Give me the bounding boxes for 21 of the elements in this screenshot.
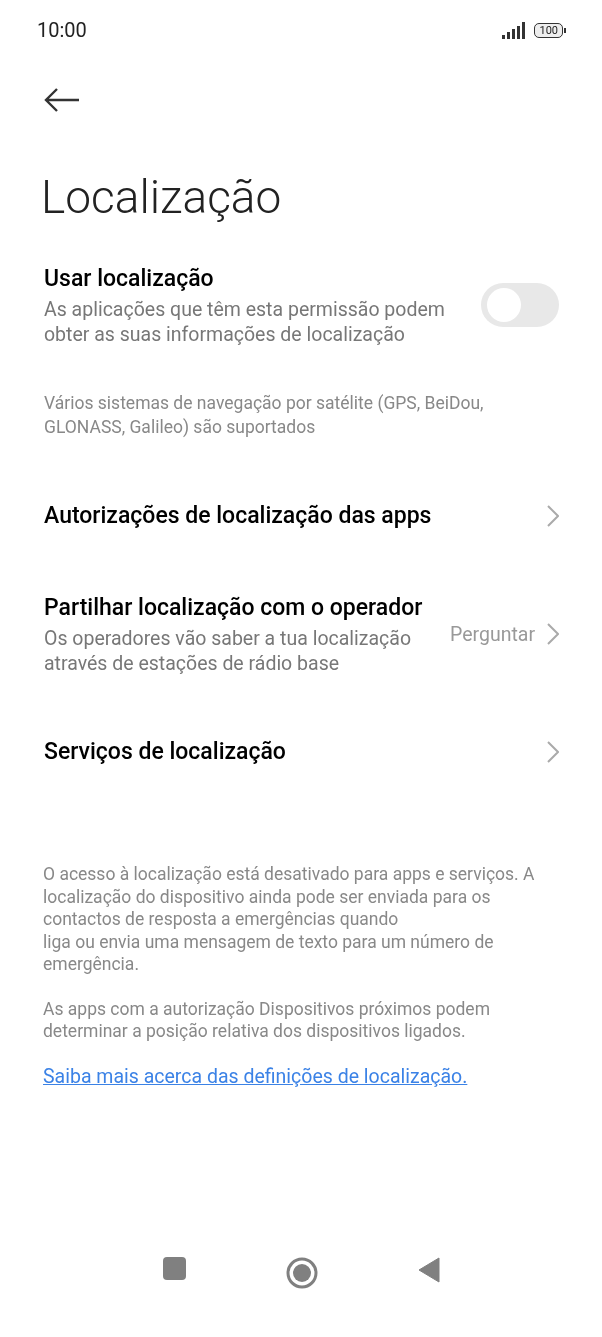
chevron-right-icon (547, 623, 559, 645)
page-title: Localização (41, 169, 283, 225)
back-arrow-icon[interactable] (44, 87, 80, 113)
setting-title: Usar localização (44, 264, 215, 294)
setting-title[interactable]: Serviços de localização (44, 736, 286, 768)
recents-icon[interactable] (162, 1257, 186, 1280)
info-paragraph: O acesso à localização está desativado para apps e serviços. A localização do dispositivo ainda pode ser enviada para os contactos de resposta a emergências quando liga ou envia uma mensagem de texto para um número de emergência. (43, 863, 536, 976)
status-time: 10:00 (37, 18, 87, 42)
learn-more-link[interactable]: Saiba mais acerca das definições de localização. (43, 1064, 468, 1088)
home-icon[interactable] (285, 1257, 318, 1289)
setting-value: Perguntar (450, 622, 535, 646)
setting-description: As aplicações que têm esta permissão podem obter as suas informações de localização (44, 297, 446, 347)
setting-title[interactable]: Autorizações de localização das apps (44, 500, 432, 532)
chevron-right-icon (547, 505, 559, 527)
back-icon[interactable] (417, 1257, 440, 1283)
chevron-right-icon (547, 741, 559, 763)
battery-icon: 100 (534, 22, 566, 38)
setting-description: Os operadores vão saber a tua localização através de estações de rádio base (44, 626, 412, 676)
setting-title[interactable]: Partilhar localização com o operador (44, 592, 430, 624)
info-paragraph: As apps com a autorização Dispositivos próximos podem determinar a posição relativa dos dispositivos ligados. (43, 997, 491, 1043)
info-text: Vários sistemas de navegação por satélite (GPS, BeiDou, GLONASS, Galileo) são suportados (44, 392, 485, 439)
